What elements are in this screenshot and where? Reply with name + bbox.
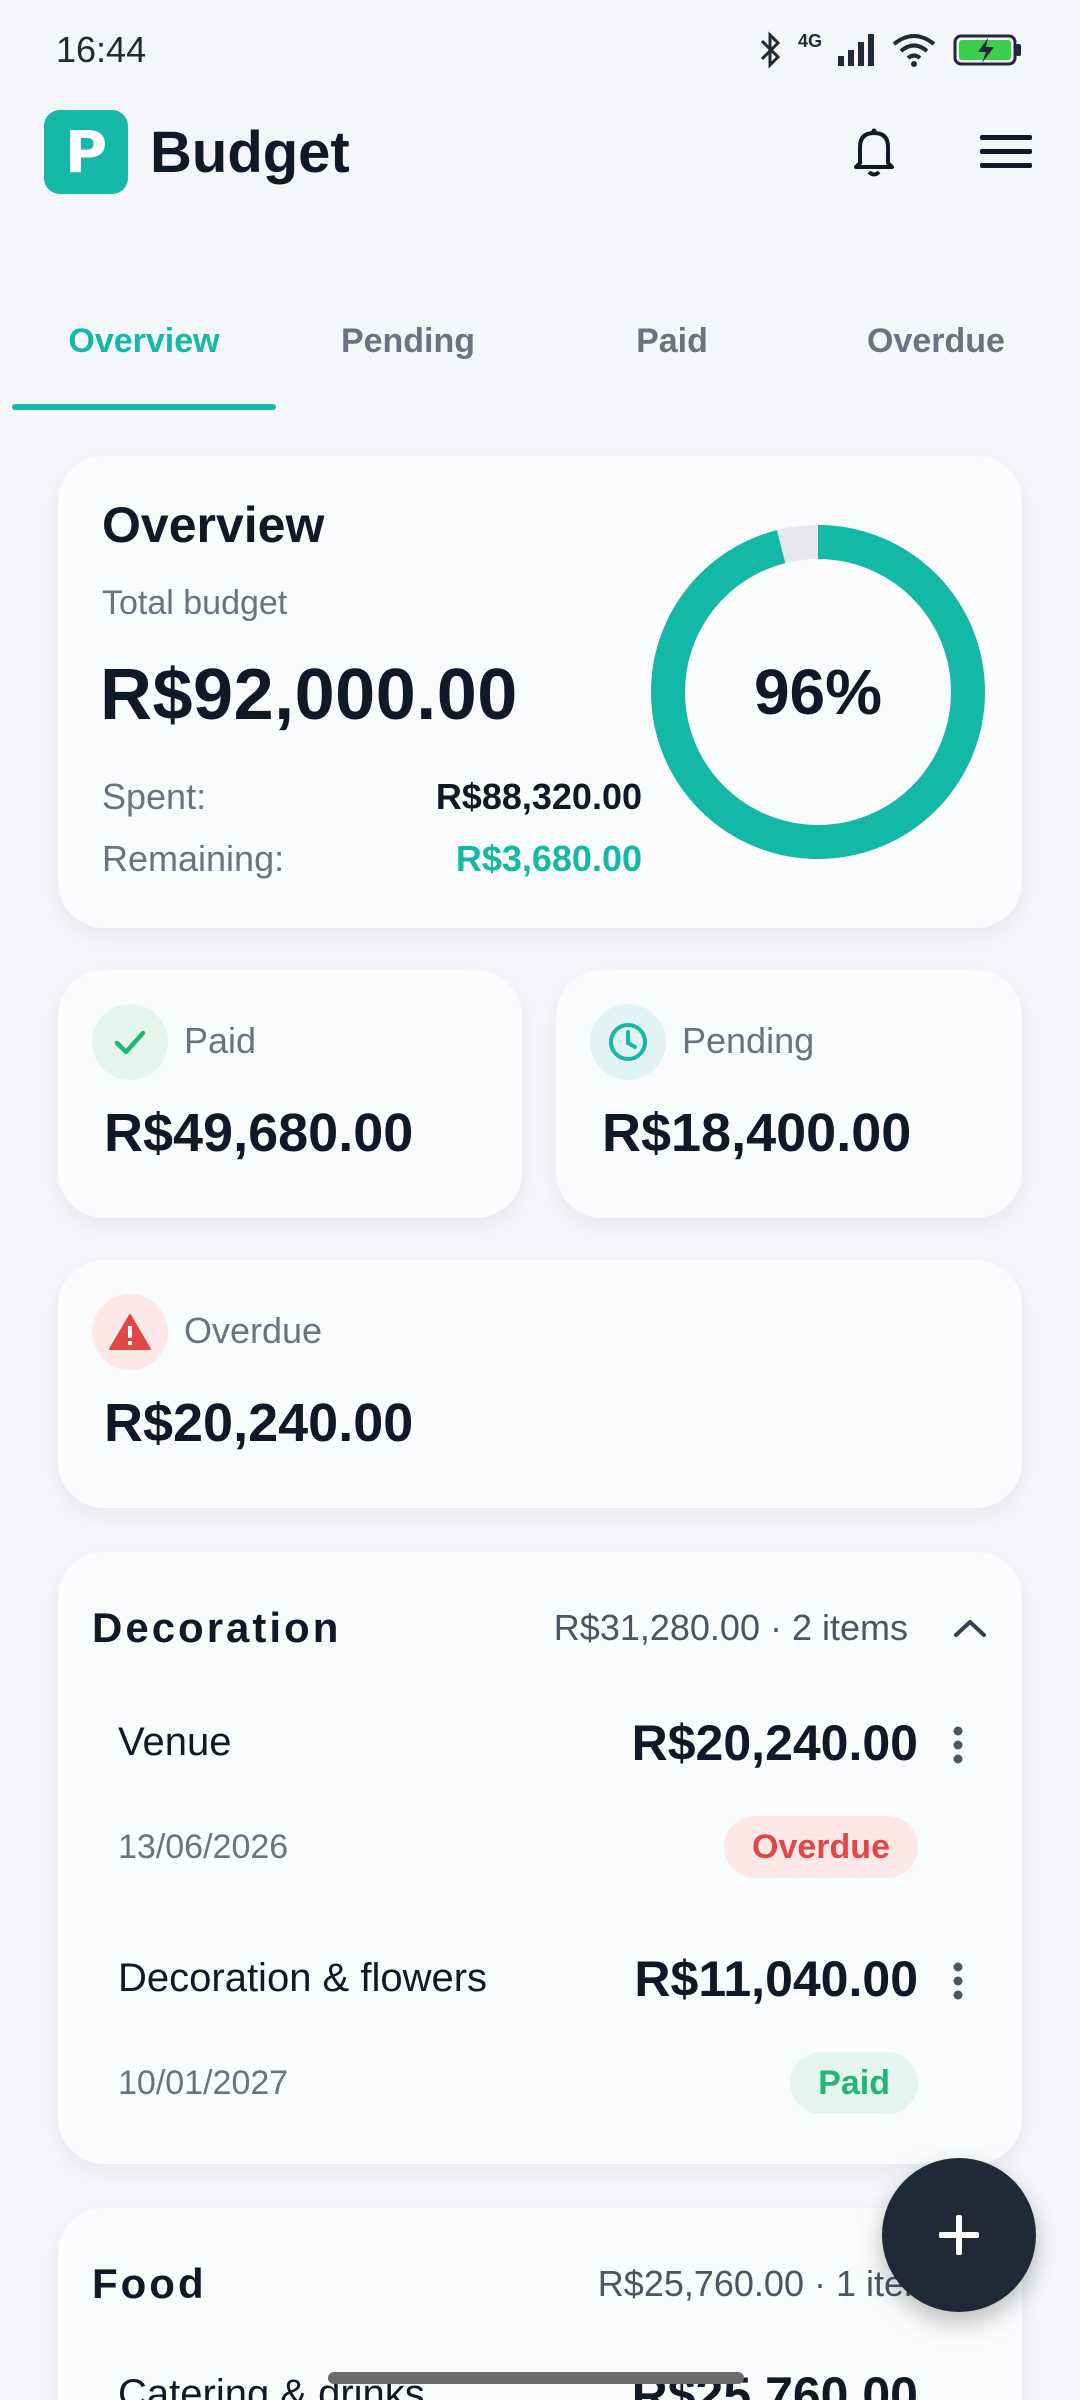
spent-value: R$88,320.00 bbox=[435, 776, 642, 817]
clock-icon bbox=[609, 1023, 647, 1061]
bluetooth-icon bbox=[760, 31, 781, 69]
item-date: 13/06/2026 bbox=[118, 1828, 289, 1866]
add-item-button[interactable] bbox=[882, 2158, 1036, 2312]
category-name: Decoration bbox=[92, 1604, 342, 1651]
overdue-value: R$20,240.00 bbox=[104, 1393, 414, 1453]
category-header[interactable]: Food R$25,760.00 · 1 items bbox=[92, 2254, 992, 2314]
remaining-value: R$3,680.00 bbox=[455, 838, 642, 879]
logo-letter: P bbox=[64, 118, 108, 186]
spent-row: Spent: R$88,320.00 bbox=[102, 776, 642, 818]
remaining-row: Remaining: R$3,680.00 bbox=[102, 838, 642, 880]
wifi-icon bbox=[892, 34, 936, 67]
tab-overdue[interactable]: Overdue bbox=[804, 300, 1068, 410]
more-vertical-icon bbox=[953, 1962, 963, 2000]
paid-label: Paid bbox=[184, 1020, 257, 1061]
home-indicator[interactable] bbox=[328, 2372, 744, 2384]
hamburger-menu-icon bbox=[980, 135, 1032, 168]
status-bar: 16:44 4G bbox=[0, 0, 1080, 100]
total-budget-value: R$92,000.00 bbox=[100, 655, 518, 735]
pending-label: Pending bbox=[682, 1020, 815, 1061]
chevron-up-icon bbox=[954, 1620, 986, 1637]
category-summary: R$31,280.00 · 2 items bbox=[553, 1607, 908, 1648]
warning-icon bbox=[109, 1314, 151, 1350]
overview-title: Overview bbox=[102, 497, 325, 553]
app-title: Budget bbox=[150, 119, 350, 185]
remaining-label: Remaining: bbox=[102, 838, 285, 879]
spent-label: Spent: bbox=[102, 776, 207, 817]
overdue-summary-card[interactable]: Overdue R$20,240.00 bbox=[58, 1260, 1022, 1508]
paid-value: R$49,680.00 bbox=[104, 1103, 414, 1163]
overdue-label: Overdue bbox=[184, 1310, 323, 1351]
item-name: Venue bbox=[118, 1720, 232, 1764]
tab-overview[interactable]: Overview bbox=[12, 300, 276, 410]
category-header[interactable]: Decoration R$31,280.00 · 2 items bbox=[92, 1598, 992, 1658]
overview-card: Overview Total budget R$92,000.00 Spent:… bbox=[58, 456, 1022, 928]
category-card-decoration: Decoration R$31,280.00 · 2 items Venue R… bbox=[58, 1552, 1022, 2164]
item-amount: R$20,240.00 bbox=[631, 1715, 918, 1771]
paid-badge bbox=[92, 1004, 168, 1080]
status-badge: Overdue bbox=[724, 1816, 918, 1878]
item-date: 10/01/2027 bbox=[118, 2064, 289, 2102]
pending-value: R$18,400.00 bbox=[602, 1103, 912, 1163]
bell-icon bbox=[854, 128, 894, 177]
overdue-badge bbox=[92, 1294, 168, 1370]
signal-icon bbox=[838, 34, 874, 66]
network-type: 4G bbox=[797, 30, 822, 51]
status-icons: 4G bbox=[756, 30, 1024, 70]
check-icon bbox=[114, 1030, 146, 1055]
tab-paid[interactable]: Paid bbox=[540, 300, 804, 410]
paid-summary-card[interactable]: Paid R$49,680.00 bbox=[58, 970, 522, 1218]
notifications-button[interactable] bbox=[844, 122, 904, 182]
item-more-button[interactable] bbox=[938, 1956, 978, 2006]
item-amount: R$11,040.00 bbox=[634, 1951, 918, 2007]
more-vertical-icon bbox=[953, 1726, 963, 1764]
category-name: Food bbox=[92, 2260, 207, 2307]
item-name: Decoration & flowers bbox=[118, 1956, 488, 2000]
app-logo: P bbox=[44, 110, 128, 194]
collapse-button[interactable] bbox=[948, 1606, 992, 1650]
tab-bar: Overview Pending Paid Overdue bbox=[0, 300, 1080, 410]
menu-button[interactable] bbox=[976, 122, 1036, 182]
item-more-button[interactable] bbox=[938, 1720, 978, 1770]
pending-badge bbox=[590, 1004, 666, 1080]
battery-charging-icon bbox=[953, 34, 1021, 66]
budget-percent-label: 96% bbox=[753, 656, 883, 728]
tab-pending[interactable]: Pending bbox=[276, 300, 540, 410]
app-bar-actions bbox=[844, 122, 1036, 182]
pending-summary-card[interactable]: Pending R$18,400.00 bbox=[556, 970, 1022, 1218]
app-bar: P Budget bbox=[0, 100, 1080, 204]
total-budget-label: Total budget bbox=[102, 584, 288, 622]
status-time: 16:44 bbox=[56, 29, 147, 70]
status-badge: Paid bbox=[790, 2052, 918, 2114]
plus-icon bbox=[939, 2215, 979, 2255]
